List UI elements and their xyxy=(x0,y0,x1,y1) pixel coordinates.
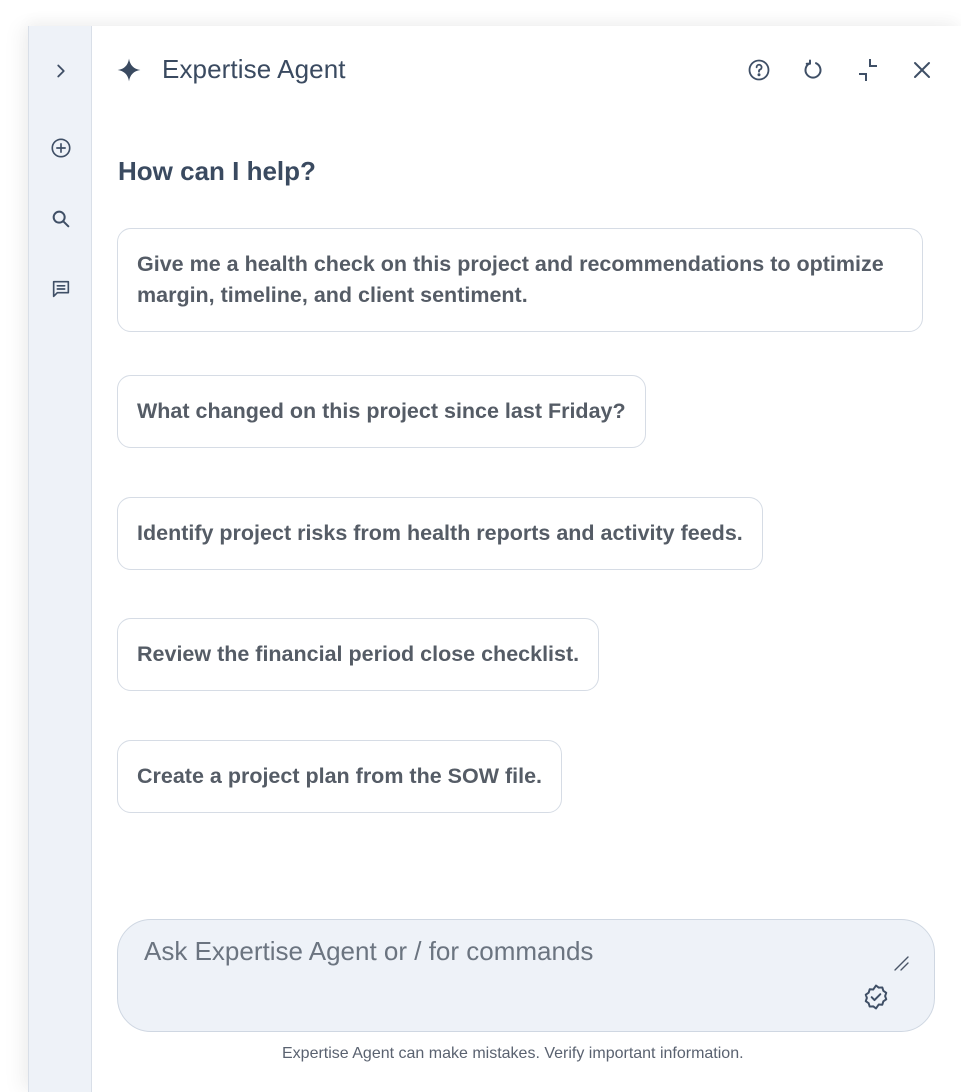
expand-button[interactable] xyxy=(45,55,77,87)
minimize-icon xyxy=(859,59,877,81)
chat-icon xyxy=(52,280,70,298)
chevron-right-icon xyxy=(57,64,65,78)
message-input[interactable] xyxy=(144,934,844,968)
suggestion-create-plan[interactable]: Create a project plan from the SOW file. xyxy=(117,740,562,813)
verified-icon[interactable] xyxy=(862,983,890,1011)
suggestion-identify-risks[interactable]: Identify project risks from health repor… xyxy=(117,497,763,570)
close-button[interactable] xyxy=(908,56,936,84)
suggestion-review-checklist[interactable]: Review the financial period close checkl… xyxy=(117,618,600,691)
close-icon xyxy=(914,62,930,78)
minimize-button[interactable] xyxy=(854,56,882,84)
disclaimer-text: Expertise Agent can make mistakes. Verif… xyxy=(282,1045,744,1062)
resize-icon[interactable] xyxy=(892,954,910,972)
suggestion-what-changed[interactable]: What changed on this project since last … xyxy=(117,375,646,448)
help-icon xyxy=(748,59,770,81)
suggestion-health-check[interactable]: Give me a health check on this project a… xyxy=(117,228,923,332)
refresh-icon xyxy=(804,59,822,79)
message-composer xyxy=(117,919,935,1032)
search-icon xyxy=(52,210,70,228)
help-button[interactable] xyxy=(745,56,773,84)
search-button[interactable] xyxy=(45,203,77,235)
side-rail xyxy=(28,26,92,1092)
assistant-panel: Expertise Agent How can I help? Give me … xyxy=(28,26,961,1092)
greeting-heading: How can I help? xyxy=(118,156,316,186)
app-title: Expertise Agent xyxy=(162,54,346,84)
main-area: Expertise Agent How can I help? Give me … xyxy=(92,26,961,1092)
panel-header: Expertise Agent xyxy=(92,26,961,116)
add-circle-icon xyxy=(51,138,71,158)
sparkle-icon xyxy=(117,58,141,82)
chat-history-button[interactable] xyxy=(45,273,77,305)
refresh-button[interactable] xyxy=(799,56,827,84)
new-chat-button[interactable] xyxy=(45,132,77,164)
